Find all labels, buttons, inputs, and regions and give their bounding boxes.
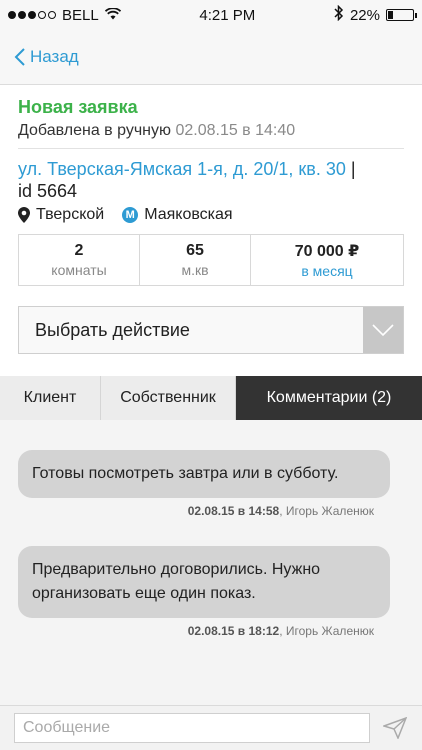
- location-row: Тверской М Маяковская: [18, 206, 404, 224]
- comment-datetime: 02.08.15 в 18:12: [187, 624, 280, 638]
- message-composer: [0, 705, 422, 750]
- tab-client[interactable]: Клиент: [0, 376, 101, 420]
- back-label: Назад: [30, 47, 79, 66]
- bluetooth-icon: [334, 4, 344, 25]
- comments-list: Готовы посмотреть завтра или в субботу. …: [0, 420, 422, 715]
- clock: 4:21 PM: [199, 6, 256, 24]
- address-line: ул. Тверская-Ямская 1-я, д. 20/1, кв. 30…: [18, 157, 404, 181]
- status-bar: BELL 4:21 PM 22%: [0, 0, 422, 30]
- comment-author: Игорь Жаленюк: [285, 624, 374, 638]
- comment-item: Готовы посмотреть завтра или в субботу. …: [0, 450, 422, 518]
- stat-rooms: 2 комнаты: [19, 235, 140, 285]
- send-icon[interactable]: [382, 715, 408, 741]
- added-datetime: 02.08.15 в 14:40: [175, 122, 296, 139]
- stat-label: м.кв: [181, 262, 209, 278]
- stat-period-link[interactable]: в месяц: [301, 263, 352, 279]
- signal-dot: [48, 11, 56, 19]
- stat-label: комнаты: [51, 262, 107, 278]
- battery-percent: 22%: [349, 6, 380, 24]
- address-link[interactable]: ул. Тверская-Ямская 1-я, д. 20/1, кв. 30: [18, 159, 346, 179]
- action-select-value: Выбрать действие: [19, 307, 363, 353]
- navigation-bar: Назад: [0, 30, 422, 85]
- lead-id: id 5664: [18, 181, 78, 201]
- added-info: Добавлена в ручную 02.08.15 в 14:40: [18, 122, 404, 140]
- district-label: Тверской: [36, 206, 105, 223]
- comment-bubble: Предварительно договорились. Нужно орган…: [18, 546, 390, 618]
- stat-value: 65: [186, 242, 204, 259]
- signal-dot: [38, 11, 46, 19]
- carrier-name: BELL: [62, 6, 99, 24]
- comment-datetime: 02.08.15 в 14:58: [187, 504, 280, 518]
- action-select[interactable]: Выбрать действие: [18, 306, 404, 354]
- battery-icon: [385, 9, 417, 21]
- chevron-left-icon: [14, 48, 25, 66]
- stat-area: 65 м.кв: [140, 235, 251, 285]
- comment-item: Предварительно договорились. Нужно орган…: [0, 546, 422, 638]
- metro-label: Маяковская: [144, 206, 233, 223]
- district: Тверской: [18, 206, 104, 224]
- property-stats: 2 комнаты 65 м.кв 70 000 ₽ в месяц: [18, 234, 404, 286]
- status-left: BELL: [8, 7, 121, 24]
- comment-author: Игорь Жаленюк: [285, 504, 374, 518]
- comment-meta: 02.08.15 в 14:58, Игорь Жаленюк: [187, 504, 374, 518]
- address-separator: |: [350, 159, 356, 179]
- metro-icon: М: [122, 207, 139, 223]
- metro-station: М Маяковская: [122, 206, 233, 224]
- signal-dot: [18, 11, 26, 19]
- back-button[interactable]: Назад: [14, 47, 79, 67]
- tab-bar: Клиент Собственник Комментарии (2): [0, 376, 422, 420]
- chevron-down-icon[interactable]: [363, 307, 403, 353]
- wifi-icon: [104, 6, 121, 24]
- stat-value: 2: [74, 242, 84, 259]
- lead-status: Новая заявка: [18, 97, 138, 117]
- stat-price: 70 000 ₽ в месяц: [251, 235, 403, 285]
- tab-owner[interactable]: Собственник: [101, 376, 236, 420]
- address-block: ул. Тверская-Ямская 1-я, д. 20/1, кв. 30…: [0, 149, 422, 224]
- tab-comments[interactable]: Комментарии (2): [236, 376, 422, 420]
- added-prefix: Добавлена в ручную: [18, 122, 171, 139]
- comment-meta: 02.08.15 в 18:12, Игорь Жаленюк: [187, 624, 374, 638]
- signal-strength-icon: [8, 11, 56, 19]
- lead-header: Новая заявка Добавлена в ручную 02.08.15…: [0, 85, 422, 140]
- signal-dot: [28, 11, 36, 19]
- message-input[interactable]: [14, 713, 370, 743]
- map-pin-icon: [18, 207, 30, 223]
- comment-bubble: Готовы посмотреть завтра или в субботу.: [18, 450, 390, 498]
- stat-value: 70 000 ₽: [294, 243, 360, 260]
- signal-dot: [8, 11, 16, 19]
- status-right: 22%: [334, 4, 417, 25]
